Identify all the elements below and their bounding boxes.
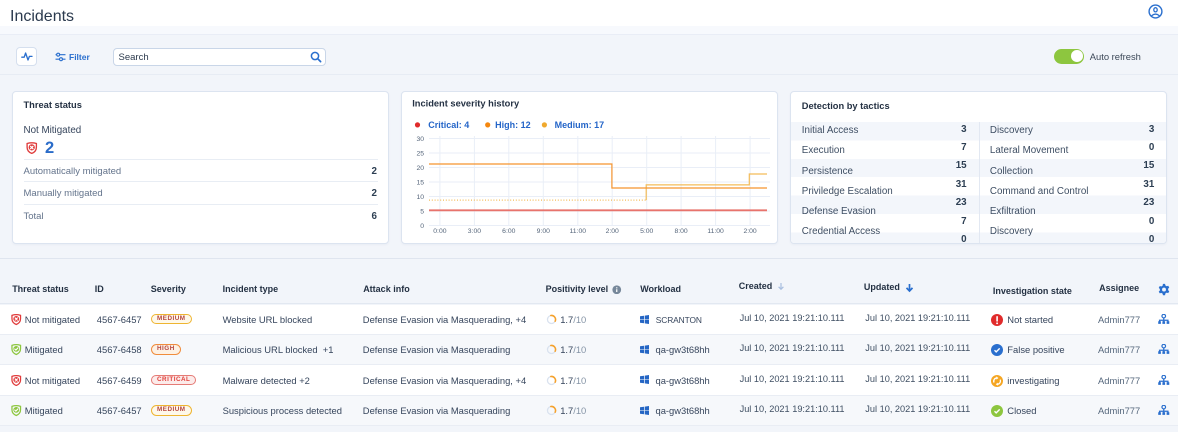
svg-text:11:00: 11:00 bbox=[707, 228, 724, 235]
svg-text:8:00: 8:00 bbox=[674, 228, 687, 235]
svg-text:0: 0 bbox=[420, 223, 424, 230]
svg-text:0:00: 0:00 bbox=[433, 228, 446, 235]
svg-text:2:00: 2:00 bbox=[606, 228, 619, 235]
svg-text:20: 20 bbox=[416, 165, 424, 172]
svg-text:2:00: 2:00 bbox=[743, 228, 756, 235]
svg-text:10: 10 bbox=[416, 194, 424, 201]
svg-text:Medium: 17: Medium: 17 bbox=[555, 120, 605, 130]
svg-text:5: 5 bbox=[420, 208, 424, 215]
svg-text:11:00: 11:00 bbox=[570, 228, 587, 235]
svg-text:9:00: 9:00 bbox=[537, 228, 550, 235]
svg-text:6:00: 6:00 bbox=[502, 228, 515, 235]
svg-text:Incident severity history: Incident severity history bbox=[412, 98, 520, 108]
svg-text:High: 12: High: 12 bbox=[495, 120, 531, 130]
svg-text:25: 25 bbox=[416, 150, 424, 157]
svg-text:5:00: 5:00 bbox=[640, 228, 653, 235]
svg-text:15: 15 bbox=[416, 179, 424, 186]
svg-text:30: 30 bbox=[416, 136, 424, 143]
svg-text:Critical: 4: Critical: 4 bbox=[428, 120, 469, 130]
svg-text:3:00: 3:00 bbox=[468, 228, 481, 235]
